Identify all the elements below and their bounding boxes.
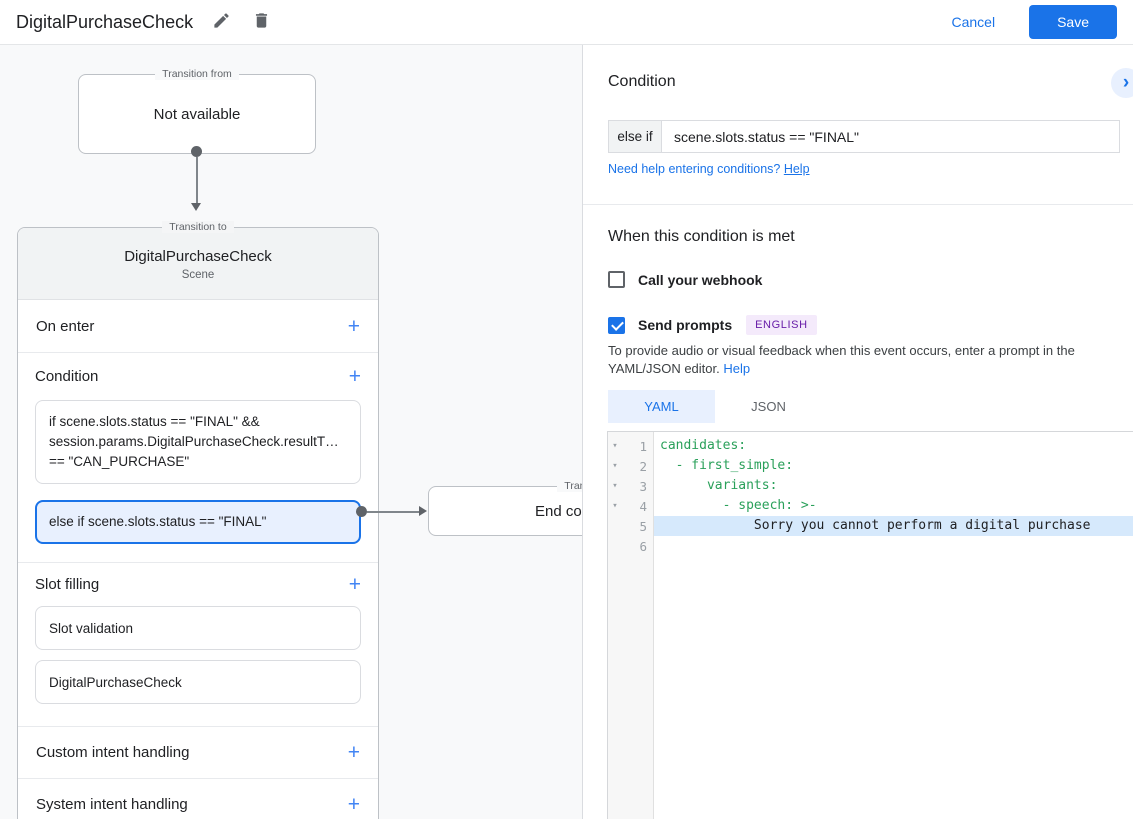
yaml-code-editor[interactable]: ▾ 1 ▾ 2 ▾ 3 ▾ 4 5 6 candidates: - first_simp… (607, 431, 1133, 819)
transition-from-label: Not available (153, 105, 241, 123)
editor-gutter: ▾ 1 ▾ 2 ▾ 3 ▾ 4 5 6 (608, 432, 654, 819)
save-button[interactable]: Save (1029, 5, 1117, 39)
line-number: 3 (639, 478, 647, 494)
chevron-right-icon: › (1122, 72, 1130, 93)
line-number: 6 (639, 538, 647, 554)
condition-expression-input[interactable] (662, 121, 1119, 152)
connector-line (367, 511, 419, 513)
fold-arrow-icon[interactable]: ▾ (608, 481, 622, 491)
send-prompts-label: Send prompts (638, 317, 733, 333)
end-conversation-node[interactable]: Transition to End conversation (428, 480, 582, 536)
editor-code-area[interactable]: candidates: - first_simple: variants: - … (654, 432, 1133, 819)
prompt-hint-help-link[interactable]: Help (723, 361, 750, 376)
scene-type-label: Scene (181, 269, 215, 281)
page-title: DigitalPurchaseCheck (16, 11, 194, 32)
prompt-hint-text: To provide audio or visual feedback when… (608, 342, 1120, 378)
fold-arrow-icon[interactable]: ▾ (608, 461, 622, 471)
language-badge: ENGLISH (746, 315, 817, 335)
condition-if-line: session.params.DigitalPurchaseCheck.resu… (49, 434, 339, 449)
condition-elseif-text: else if scene.slots.status == "FINAL" (49, 514, 267, 529)
scene-flow-canvas: Transition from Not available Transition… (0, 45, 583, 819)
condition-if-line: == "CAN_PURCHASE" (49, 454, 190, 469)
on-enter-row[interactable]: On enter + (18, 300, 378, 353)
slot-filling-label: Slot filling (35, 576, 100, 593)
condition-help-line: Need help entering conditions? Help (608, 162, 810, 176)
condition-if-item[interactable]: if scene.slots.status == "FINAL" && sess… (35, 400, 361, 484)
when-condition-met-title: When this condition is met (608, 228, 795, 245)
system-intent-label: System intent handling (36, 795, 188, 813)
connector-dot (191, 146, 202, 157)
call-webhook-row[interactable]: Call your webhook (608, 271, 762, 288)
arrow-down-icon (191, 203, 201, 211)
connector-dot (356, 506, 367, 517)
arrow-right-icon (419, 506, 427, 516)
code-line: candidates: (660, 438, 747, 453)
custom-intent-row[interactable]: Custom intent handling + (18, 727, 378, 779)
fold-arrow-icon[interactable]: ▾ (608, 441, 622, 451)
send-prompts-row[interactable]: Send prompts ENGLISH (608, 315, 817, 335)
send-prompts-checkbox[interactable] (608, 316, 625, 334)
scene-card: Transition to DigitalPurchaseCheck Scene… (17, 221, 379, 819)
code-line: - speech: >- (660, 498, 817, 513)
collapse-panel-button[interactable]: › (1111, 68, 1133, 98)
trash-icon (252, 11, 271, 33)
add-condition-button[interactable]: + (349, 366, 361, 387)
scene-card-header[interactable]: DigitalPurchaseCheck Scene (18, 228, 378, 300)
slot-validation-item[interactable]: Slot validation (35, 606, 361, 650)
code-line: - first_simple: (660, 458, 794, 473)
top-bar: DigitalPurchaseCheck Cancel Save (0, 0, 1133, 45)
condition-prefix-label: else if (609, 121, 662, 152)
condition-help-text: Need help entering conditions? (608, 162, 784, 176)
panel-divider (583, 204, 1133, 205)
slot-item-label: DigitalPurchaseCheck (49, 674, 182, 690)
prompt-hint-body: To provide audio or visual feedback when… (608, 343, 1075, 376)
panel-title: Condition (608, 73, 676, 90)
fold-arrow-icon[interactable]: ▾ (608, 501, 622, 511)
condition-if-line: if scene.slots.status == "FINAL" && (49, 414, 260, 429)
code-line: variants: (660, 478, 778, 493)
line-number: 2 (639, 458, 647, 474)
end-conversation-label: End conversation (535, 502, 582, 520)
condition-elseif-item-selected[interactable]: else if scene.slots.status == "FINAL" (35, 500, 361, 544)
code-line-highlighted: Sorry you cannot perform a digital purch… (654, 516, 1133, 536)
tab-yaml[interactable]: YAML (608, 390, 715, 423)
webhook-checkbox[interactable] (608, 271, 625, 288)
scene-name: DigitalPurchaseCheck (124, 248, 272, 265)
custom-intent-label: Custom intent handling (36, 744, 190, 761)
condition-detail-panel: Condition › else if Need help entering c… (583, 45, 1133, 819)
slot-filling-section: Slot filling + Slot validation DigitalPu… (18, 563, 378, 727)
connector-line (196, 157, 198, 205)
transition-from-node[interactable]: Transition from Not available (78, 68, 316, 154)
editor-tabs: YAML JSON (608, 390, 822, 423)
add-on-enter-button[interactable]: + (348, 316, 360, 337)
cancel-button[interactable]: Cancel (951, 14, 995, 30)
line-number: 5 (639, 518, 647, 534)
add-custom-intent-button[interactable]: + (348, 742, 360, 763)
slot-validation-label: Slot validation (49, 620, 134, 636)
webhook-label: Call your webhook (638, 271, 763, 288)
condition-section: Condition + if scene.slots.status == "FI… (18, 353, 378, 563)
condition-section-label: Condition (35, 368, 99, 385)
on-enter-label: On enter (36, 317, 95, 335)
edit-scene-button[interactable] (209, 10, 233, 34)
line-number: 1 (639, 438, 647, 454)
pencil-icon (212, 11, 231, 33)
delete-scene-button[interactable] (249, 10, 273, 34)
add-system-intent-button[interactable]: + (348, 794, 360, 815)
add-slot-button[interactable]: + (349, 574, 361, 595)
system-intent-row[interactable]: System intent handling + (18, 779, 378, 819)
condition-help-link[interactable]: Help (784, 162, 810, 176)
tab-json[interactable]: JSON (715, 390, 822, 423)
slot-item[interactable]: DigitalPurchaseCheck (35, 660, 361, 704)
line-number: 4 (639, 498, 647, 514)
condition-input-row: else if (608, 120, 1120, 153)
